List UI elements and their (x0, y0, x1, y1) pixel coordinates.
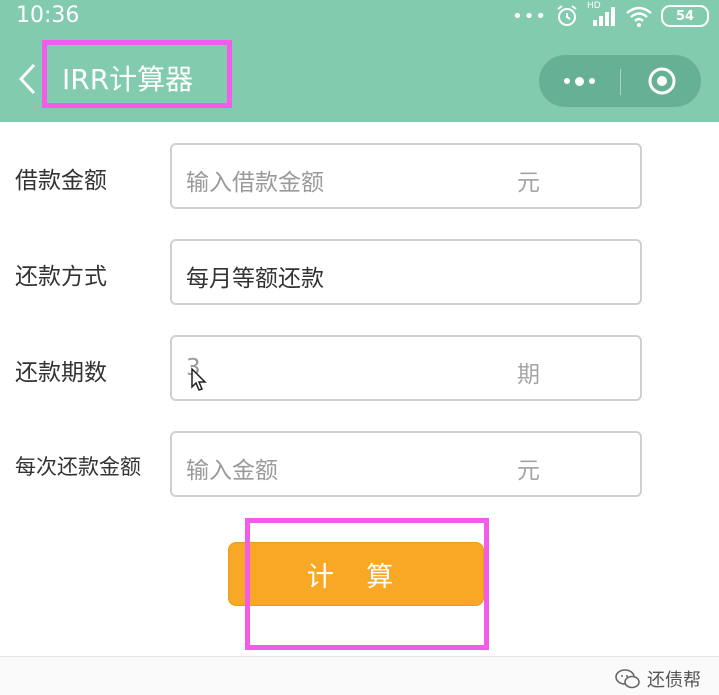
payment-amount-unit: 元 (517, 458, 540, 484)
payment-amount-row: 每次还款金额 输入金额 元 (0, 431, 719, 499)
battery-icon: 54 (661, 5, 709, 27)
periods-input[interactable]: 3 期 (170, 335, 642, 401)
periods-label: 还款期数 (15, 360, 107, 386)
repayment-method-value: 每月等额还款 (186, 266, 324, 292)
status-time: 10:36 (16, 3, 80, 28)
repayment-method-select[interactable]: 每月等额还款 (170, 239, 642, 305)
repayment-method-label: 还款方式 (15, 264, 107, 290)
mouse-cursor-icon (191, 367, 207, 391)
alarm-icon (557, 5, 577, 26)
signal-icon: HD (587, 1, 617, 28)
loan-amount-unit: 元 (517, 170, 540, 196)
wechat-icon (615, 669, 640, 689)
loan-amount-label: 借款金额 (15, 168, 107, 194)
loan-amount-placeholder: 输入借款金额 (186, 170, 324, 196)
title-highlight-box (42, 40, 232, 108)
loan-amount-row: 借款金额 输入借款金额 元 (0, 143, 719, 211)
watermark-text: 还债帮 (647, 670, 701, 691)
repayment-method-row: 还款方式 每月等额还款 (0, 239, 719, 307)
periods-unit: 期 (517, 362, 540, 388)
close-icon[interactable] (621, 55, 702, 107)
periods-row: 还款期数 3 期 (0, 335, 719, 403)
payment-amount-label: 每次还款金额 (15, 455, 141, 479)
wifi-icon (626, 6, 652, 27)
back-icon[interactable] (14, 62, 42, 96)
status-icons: ••• HD 54 (512, 1, 709, 29)
footer (0, 657, 719, 695)
more-icon[interactable] (539, 55, 620, 107)
mini-program-capsule (538, 54, 702, 108)
more-notifications-icon: ••• (512, 5, 547, 27)
payment-amount-placeholder: 输入金额 (186, 458, 278, 484)
button-highlight-box (245, 518, 489, 650)
watermark: 还债帮 (615, 666, 701, 692)
loan-amount-input[interactable]: 输入借款金额 元 (170, 143, 642, 209)
payment-amount-input[interactable]: 输入金额 元 (170, 431, 642, 497)
status-bar: 10:36 ••• HD 54 (0, 0, 719, 34)
